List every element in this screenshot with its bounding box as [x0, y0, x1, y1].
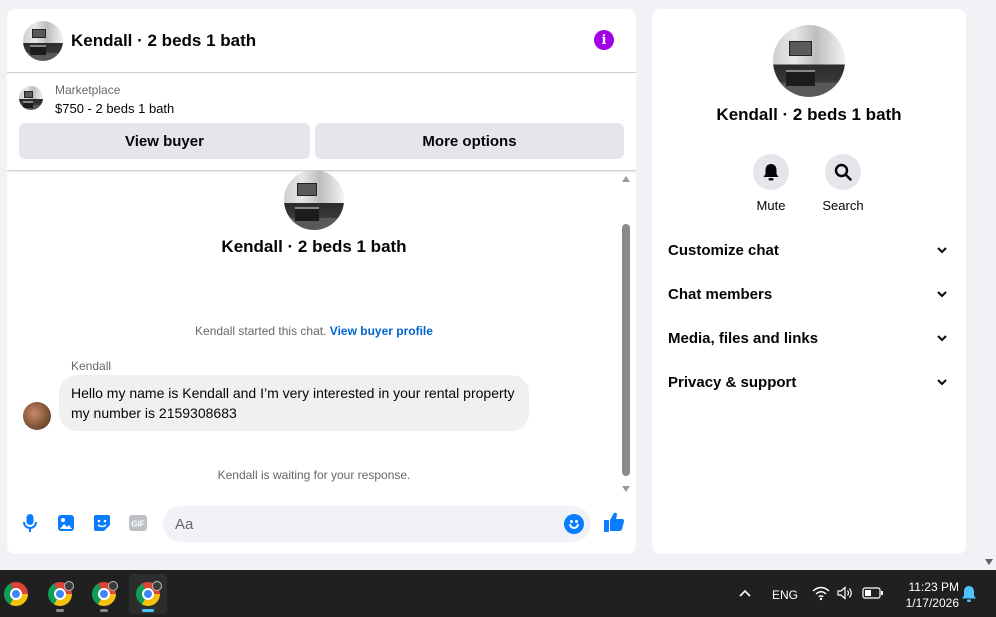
customize-chat-section[interactable]: Customize chat — [668, 228, 950, 272]
search-label: Search — [822, 198, 864, 213]
chat-header: Kendall · 2 beds 1 bath i — [7, 9, 636, 73]
language-indicator[interactable]: ENG — [772, 588, 798, 602]
chat-scrollbar[interactable] — [621, 176, 631, 492]
profile-badge-icon — [152, 581, 162, 591]
section-label: Customize chat — [668, 241, 779, 259]
more-options-button[interactable]: More options — [315, 123, 624, 159]
message-input[interactable] — [163, 506, 591, 542]
chat-members-section[interactable]: Chat members — [668, 272, 950, 316]
privacy-support-section[interactable]: Privacy & support — [668, 360, 950, 404]
listing-price[interactable]: $750 - 2 beds 1 bath — [55, 101, 174, 116]
clock[interactable]: 11:23 PM 1/17/2026 — [893, 579, 959, 611]
taskbar-chrome-profile-1[interactable] — [41, 574, 79, 614]
sender-avatar[interactable] — [23, 402, 51, 430]
active-indicator — [142, 609, 154, 612]
taskbar-chrome-app[interactable] — [0, 574, 35, 614]
clock-date: 1/17/2026 — [905, 596, 959, 610]
composer: GIF — [7, 505, 636, 545]
info-avatar — [773, 25, 845, 97]
info-title: Kendall · 2 beds 1 bath — [716, 105, 902, 124]
chat-started-notice: Kendall started this chat. View buyer pr… — [7, 324, 621, 338]
listing-thumbnail[interactable] — [19, 86, 43, 110]
chevron-down-icon[interactable] — [934, 242, 950, 258]
view-buyer-profile-link[interactable]: View buyer profile — [330, 324, 433, 338]
wifi-icon[interactable] — [812, 584, 830, 602]
chevron-up-icon[interactable] — [737, 586, 753, 602]
chevron-down-icon[interactable] — [934, 374, 950, 390]
listing-avatar[interactable] — [23, 20, 63, 61]
microphone-icon[interactable] — [20, 513, 40, 533]
marketplace-label: Marketplace — [55, 83, 121, 97]
clock-time: 11:23 PM — [908, 580, 959, 594]
profile-badge-icon — [64, 581, 74, 591]
page-scroll-down-arrow[interactable] — [985, 559, 993, 565]
section-label: Chat members — [668, 285, 773, 303]
running-indicator — [56, 609, 64, 612]
battery-icon[interactable] — [862, 586, 884, 600]
notification-bell-icon[interactable] — [961, 585, 977, 603]
conversation-title: Kendall · 2 beds 1 bath — [221, 237, 407, 256]
mute-label: Mute — [756, 198, 786, 213]
profile-badge-icon — [108, 581, 118, 591]
search-action[interactable]: Search — [813, 154, 873, 213]
chevron-down-icon[interactable] — [934, 330, 950, 346]
chat-title[interactable]: Kendall · 2 beds 1 bath — [71, 31, 256, 51]
emoji-icon[interactable] — [564, 514, 584, 534]
scroll-up-arrow[interactable] — [622, 176, 630, 182]
message-list: Kendall · 2 beds 1 bath Kendall started … — [7, 170, 636, 493]
chat-panel: Kendall · 2 beds 1 bath i Marketplace $7… — [7, 9, 636, 554]
sender-name: Kendall — [71, 359, 112, 373]
taskbar: ENG 11:23 PM 1/17/2026 — [0, 570, 996, 617]
gif-icon[interactable]: GIF — [128, 513, 148, 533]
volume-icon[interactable] — [836, 584, 854, 602]
scroll-down-arrow[interactable] — [622, 486, 630, 492]
message-bubble[interactable]: Hello my name is Kendall and I’m very in… — [59, 375, 529, 431]
bell-icon[interactable] — [753, 154, 789, 190]
info-panel: Kendall · 2 beds 1 bath Mute Search Cust… — [652, 9, 966, 554]
taskbar-chrome-profile-2[interactable] — [85, 574, 123, 614]
marketplace-bar: Marketplace $750 - 2 beds 1 bath View bu… — [7, 73, 636, 171]
svg-text:GIF: GIF — [131, 520, 144, 529]
scroll-thumb[interactable] — [622, 224, 630, 476]
section-label: Media, files and links — [668, 329, 819, 347]
view-buyer-button[interactable]: View buyer — [19, 123, 310, 159]
taskbar-chrome-profile-3[interactable] — [129, 574, 167, 614]
waiting-notice: Kendall is waiting for your response. — [217, 468, 411, 482]
photo-icon[interactable] — [56, 513, 76, 533]
running-indicator — [100, 609, 108, 612]
info-icon[interactable]: i — [594, 30, 614, 50]
started-text: Kendall started this chat. — [195, 324, 327, 338]
thumbs-up-icon[interactable] — [603, 511, 625, 533]
media-files-links-section[interactable]: Media, files and links — [668, 316, 950, 360]
section-label: Privacy & support — [668, 373, 797, 391]
chrome-icon — [4, 582, 28, 606]
chevron-down-icon[interactable] — [934, 286, 950, 302]
mute-action[interactable]: Mute — [741, 154, 801, 213]
sticker-icon[interactable] — [92, 513, 112, 533]
search-icon[interactable] — [825, 154, 861, 190]
conversation-avatar — [284, 170, 344, 230]
